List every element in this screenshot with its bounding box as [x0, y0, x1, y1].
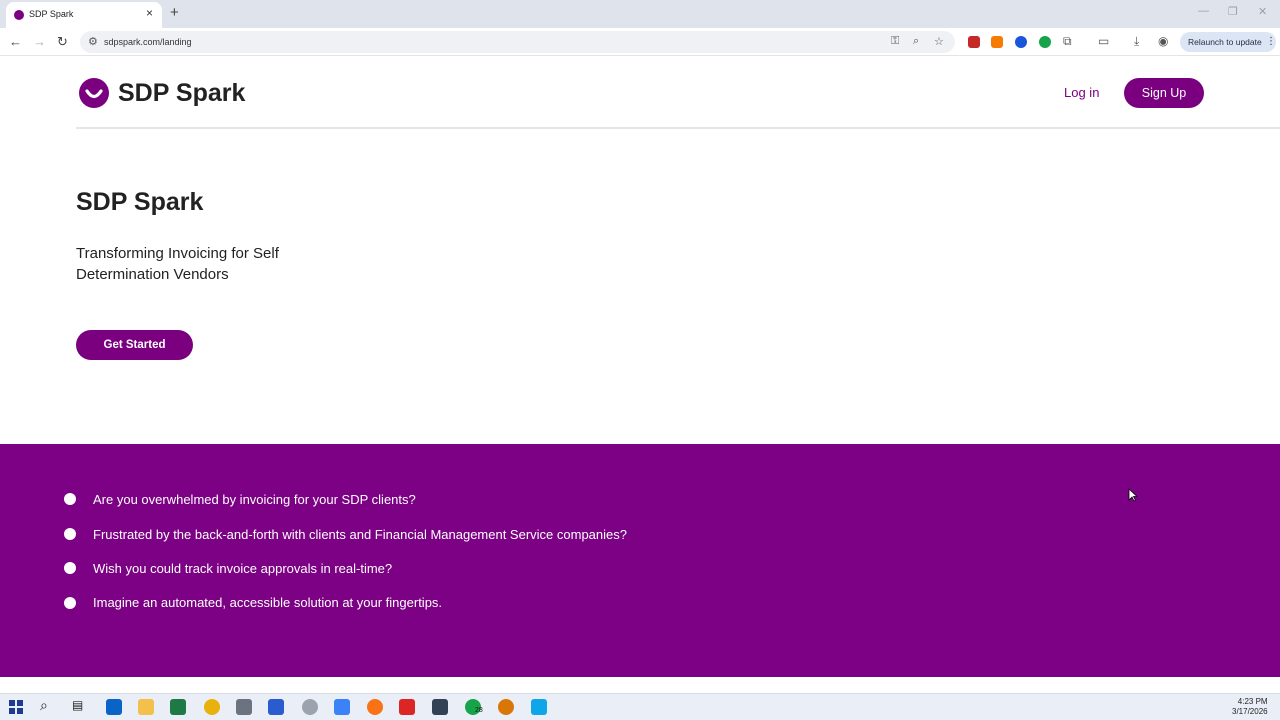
forward-button[interactable]: → [33, 34, 46, 49]
bullet-dot [64, 493, 76, 505]
pain-point-4: Imagine an automated, accessible solutio… [93, 595, 443, 610]
pain-point-1: Are you overwhelmed by invoicing for you… [93, 492, 416, 507]
system-clock[interactable]: 4:23 PM 3/17/2026 [1232, 697, 1268, 717]
settings-icon[interactable] [334, 699, 350, 715]
extension-grammarly-icon[interactable] [1039, 36, 1051, 48]
whatsapp-badge: 28 [475, 707, 483, 714]
close-window-button[interactable]: ✕ [1258, 5, 1267, 18]
extension-calendar-icon[interactable] [968, 36, 980, 48]
browser-tabstrip: SDP Spark × + — ❐ ✕ [0, 0, 1280, 28]
back-button[interactable]: ← [9, 34, 22, 49]
page-bottom [0, 677, 1280, 693]
relaunch-label: Relaunch to update [1188, 37, 1262, 47]
excel-icon[interactable] [170, 699, 186, 715]
extensions-puzzle-icon[interactable]: ⧉ [1063, 34, 1072, 49]
password-key-icon[interactable]: ⚿ [891, 35, 899, 48]
calculator-icon[interactable] [236, 699, 252, 715]
bullet-dot [64, 528, 76, 540]
hero-subtitle: Transforming Invoicing for Self Determin… [76, 245, 279, 283]
signup-button[interactable]: Sign Up [1124, 78, 1204, 108]
sdp-spark-logo-icon[interactable] [79, 78, 109, 108]
header-divider [76, 127, 1280, 129]
file-explorer-icon[interactable] [138, 699, 154, 715]
site-info-icon[interactable]: ⚙ [88, 35, 98, 48]
snipping-tool-icon[interactable] [302, 699, 318, 715]
taskbar-search-icon[interactable]: ⌕ [40, 697, 56, 713]
browser-menu-icon[interactable]: ⋮ [1266, 36, 1276, 47]
extension-orange-icon[interactable] [991, 36, 1003, 48]
bookmark-star-icon[interactable]: ☆ [934, 35, 944, 48]
browser-tab[interactable]: SDP Spark × [6, 2, 162, 28]
tab-close-icon[interactable]: × [146, 6, 153, 20]
clock-date: 3/17/2026 [1232, 707, 1268, 716]
profile-icon[interactable]: ◉ [1158, 34, 1168, 48]
task-view-icon[interactable]: ▤ [72, 698, 88, 714]
firefox-icon[interactable] [367, 699, 383, 715]
reload-button[interactable]: ↻ [57, 34, 68, 50]
zoom-icon[interactable]: ⌕ [913, 35, 919, 48]
extension-zoom-icon[interactable] [1015, 36, 1027, 48]
mouse-cursor-icon [1128, 488, 1138, 502]
windows-taskbar: ⌕ ▤ 28 4:23 PM 3/17/2026 [0, 693, 1280, 720]
pain-point-3: Wish you could track invoice approvals i… [93, 561, 393, 576]
whatsapp-icon[interactable]: 28 [465, 699, 483, 715]
restore-window-button[interactable]: ❐ [1228, 5, 1238, 18]
outlook-icon[interactable] [106, 699, 122, 715]
acrobat-icon[interactable] [399, 699, 415, 715]
photos-icon[interactable] [432, 699, 448, 715]
chrome-icon[interactable] [204, 699, 220, 715]
url-text[interactable]: sdpspark.com/landing [104, 37, 192, 47]
browser-toolbar: ← → ↻ ⚙ sdpspark.com/landing ⚿ ⌕ ☆ ⧉ ▭ ⤓… [0, 28, 1280, 56]
new-tab-button[interactable]: + [170, 4, 179, 21]
minimize-window-button[interactable]: — [1198, 5, 1209, 17]
bullet-dot [64, 597, 76, 609]
bullet-dot [64, 562, 76, 574]
tab-title: SDP Spark [29, 9, 74, 19]
chrome-profile-icon[interactable] [498, 699, 514, 715]
get-started-button[interactable]: Get Started [76, 330, 193, 360]
remote-desktop-icon[interactable] [531, 699, 547, 715]
tab-search-icon[interactable]: ▭ [1098, 34, 1109, 48]
hero-title: SDP Spark [76, 188, 204, 216]
login-link[interactable]: Log in [1064, 85, 1099, 100]
word-icon[interactable] [268, 699, 284, 715]
relaunch-to-update-button[interactable]: Relaunch to update ⋮ [1180, 32, 1276, 52]
downloads-icon[interactable]: ⤓ [1134, 34, 1139, 49]
windows-start-icon[interactable] [8, 699, 24, 715]
brand-name[interactable]: SDP Spark [118, 79, 245, 108]
pain-point-2: Frustrated by the back-and-forth with cl… [93, 527, 627, 542]
site-favicon-icon [14, 10, 24, 20]
clock-time: 4:23 PM [1237, 697, 1268, 706]
address-bar[interactable]: ⚙ sdpspark.com/landing ⚿ ⌕ ☆ [80, 31, 955, 53]
